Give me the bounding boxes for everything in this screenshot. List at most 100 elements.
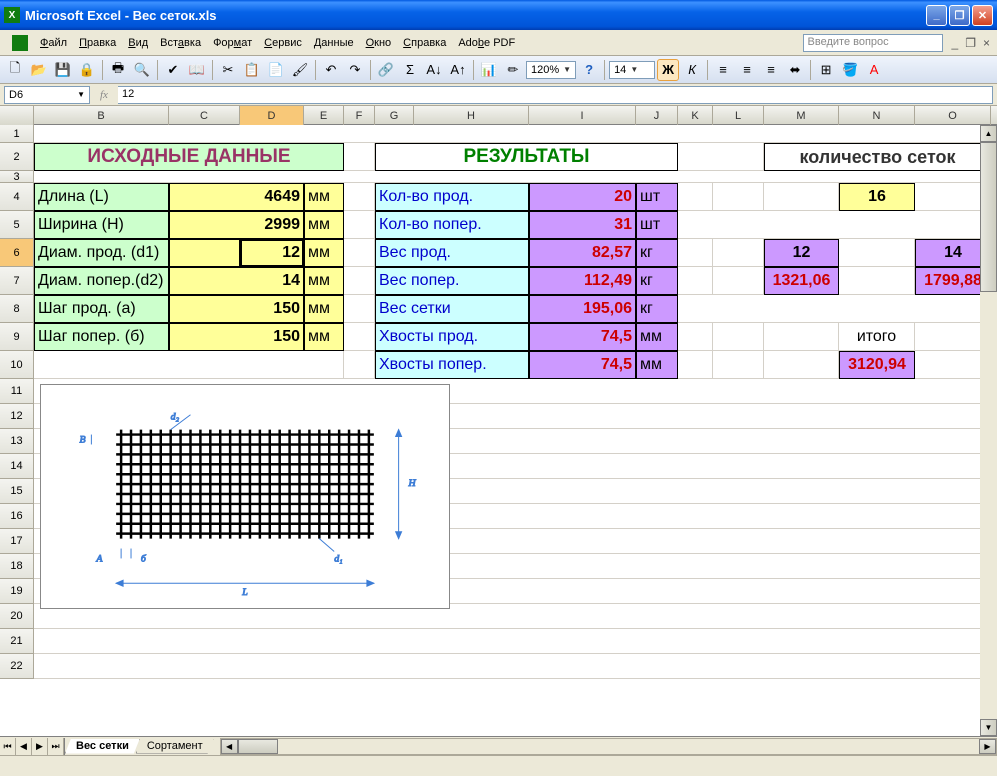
- cell[interactable]: [34, 654, 991, 679]
- cell[interactable]: [713, 239, 764, 267]
- scroll-left-button[interactable]: ◀: [221, 739, 238, 754]
- header-input[interactable]: ИСХОДНЫЕ ДАННЫЕ: [34, 143, 344, 171]
- menu-format[interactable]: Формат: [207, 35, 258, 51]
- undo-button[interactable]: ↶: [320, 59, 342, 81]
- cell[interactable]: [764, 323, 839, 351]
- cell-unit[interactable]: мм: [304, 267, 344, 295]
- cell[interactable]: [344, 323, 375, 351]
- bold-button[interactable]: Ж: [657, 59, 679, 81]
- col-header[interactable]: C: [169, 106, 240, 125]
- scroll-up-button[interactable]: ▲: [980, 125, 997, 142]
- cell-unit[interactable]: мм: [304, 211, 344, 239]
- scroll-thumb[interactable]: [980, 142, 997, 292]
- row-header[interactable]: 7: [0, 267, 34, 295]
- cell[interactable]: [839, 239, 915, 267]
- row-header[interactable]: 3: [0, 171, 34, 183]
- save-button[interactable]: 💾: [52, 59, 74, 81]
- row-header[interactable]: 19: [0, 579, 34, 604]
- print-button[interactable]: 🖶: [107, 59, 129, 81]
- row-header[interactable]: 5: [0, 211, 34, 239]
- cell[interactable]: [713, 267, 764, 295]
- menu-adobe[interactable]: Adobe PDF: [452, 35, 521, 51]
- cell-unit[interactable]: шт: [636, 211, 678, 239]
- italic-button[interactable]: К: [681, 59, 703, 81]
- col-header[interactable]: J: [636, 106, 678, 125]
- menu-insert[interactable]: Вставка: [154, 35, 207, 51]
- active-cell[interactable]: 12: [240, 239, 304, 267]
- menu-help[interactable]: Справка: [397, 35, 452, 51]
- borders-button[interactable]: ⊞: [815, 59, 837, 81]
- cell-label[interactable]: Хвосты попер.: [375, 351, 529, 379]
- cell-value[interactable]: 3120,94: [839, 351, 915, 379]
- row-header[interactable]: 2: [0, 143, 34, 171]
- menu-file[interactable]: Файл: [34, 35, 73, 51]
- cell-value[interactable]: 150: [169, 295, 304, 323]
- row-header[interactable]: 4: [0, 183, 34, 211]
- fx-icon[interactable]: fx: [94, 89, 114, 101]
- cell-label[interactable]: Шаг прод. (а): [34, 295, 169, 323]
- cell-label[interactable]: Ширина (Н): [34, 211, 169, 239]
- cell-unit[interactable]: кг: [636, 295, 678, 323]
- select-all-corner[interactable]: [0, 106, 34, 125]
- col-header[interactable]: M: [764, 106, 839, 125]
- menu-service[interactable]: Сервис: [258, 35, 308, 51]
- cell[interactable]: [678, 239, 713, 267]
- sort-asc-button[interactable]: A↓: [423, 59, 445, 81]
- cell[interactable]: [678, 183, 713, 211]
- cell[interactable]: [678, 143, 764, 171]
- cell[interactable]: [344, 143, 375, 171]
- cell[interactable]: [344, 351, 375, 379]
- row-header[interactable]: 12: [0, 404, 34, 429]
- menu-view[interactable]: Вид: [122, 35, 154, 51]
- cell-value[interactable]: 112,49: [529, 267, 636, 295]
- row-header[interactable]: 6: [0, 239, 34, 267]
- merge-button[interactable]: ⬌: [784, 59, 806, 81]
- cell-value[interactable]: 16: [839, 183, 915, 211]
- cell-value[interactable]: 12: [764, 239, 839, 267]
- col-header[interactable]: N: [839, 106, 915, 125]
- cell-label[interactable]: итого: [839, 323, 915, 351]
- embedded-diagram[interactable]: L H B A б d₂ d₁: [40, 384, 450, 609]
- fill-color-button[interactable]: 🪣: [839, 59, 861, 81]
- cell-value[interactable]: 1321,06: [764, 267, 839, 295]
- header-count[interactable]: количество сеток: [764, 143, 991, 171]
- align-right-button[interactable]: ≡: [760, 59, 782, 81]
- cell-value[interactable]: 195,06: [529, 295, 636, 323]
- cell[interactable]: [344, 239, 375, 267]
- hyperlink-button[interactable]: 🔗: [375, 59, 397, 81]
- doc-close-button[interactable]: ×: [980, 36, 993, 50]
- doc-minimize-button[interactable]: _: [949, 36, 962, 50]
- col-header[interactable]: I: [529, 106, 636, 125]
- row-header[interactable]: 9: [0, 323, 34, 351]
- paste-button[interactable]: 📄: [265, 59, 287, 81]
- sheet-tab[interactable]: Сортамент: [136, 739, 214, 754]
- minimize-button[interactable]: _: [926, 5, 947, 26]
- col-header[interactable]: E: [304, 106, 344, 125]
- cell-unit[interactable]: шт: [636, 183, 678, 211]
- zoom-combo[interactable]: 120%▼: [526, 61, 576, 79]
- cell[interactable]: [678, 323, 713, 351]
- cell-unit[interactable]: кг: [636, 239, 678, 267]
- horizontal-scrollbar[interactable]: ◀ ▶: [220, 738, 997, 755]
- tab-prev-button[interactable]: ◀: [16, 738, 32, 755]
- row-header[interactable]: 8: [0, 295, 34, 323]
- research-button[interactable]: 📖: [186, 59, 208, 81]
- cell-label[interactable]: Кол-во попер.: [375, 211, 529, 239]
- drawing-button[interactable]: ✏: [502, 59, 524, 81]
- row-header[interactable]: 16: [0, 504, 34, 529]
- row-header[interactable]: 20: [0, 604, 34, 629]
- cell-label[interactable]: Хвосты прод.: [375, 323, 529, 351]
- row-header[interactable]: 11: [0, 379, 34, 404]
- cell-label[interactable]: Вес прод.: [375, 239, 529, 267]
- cell-label[interactable]: Вес сетки: [375, 295, 529, 323]
- cell[interactable]: [344, 211, 375, 239]
- cell-label[interactable]: Вес попер.: [375, 267, 529, 295]
- cell[interactable]: [34, 629, 991, 654]
- cell[interactable]: [169, 239, 240, 267]
- col-header[interactable]: O: [915, 106, 991, 125]
- menu-data[interactable]: Данные: [308, 35, 360, 51]
- row-header[interactable]: 17: [0, 529, 34, 554]
- cell[interactable]: [344, 267, 375, 295]
- cell-label[interactable]: Длина (L): [34, 183, 169, 211]
- header-results[interactable]: РЕЗУЛЬТАТЫ: [375, 143, 678, 171]
